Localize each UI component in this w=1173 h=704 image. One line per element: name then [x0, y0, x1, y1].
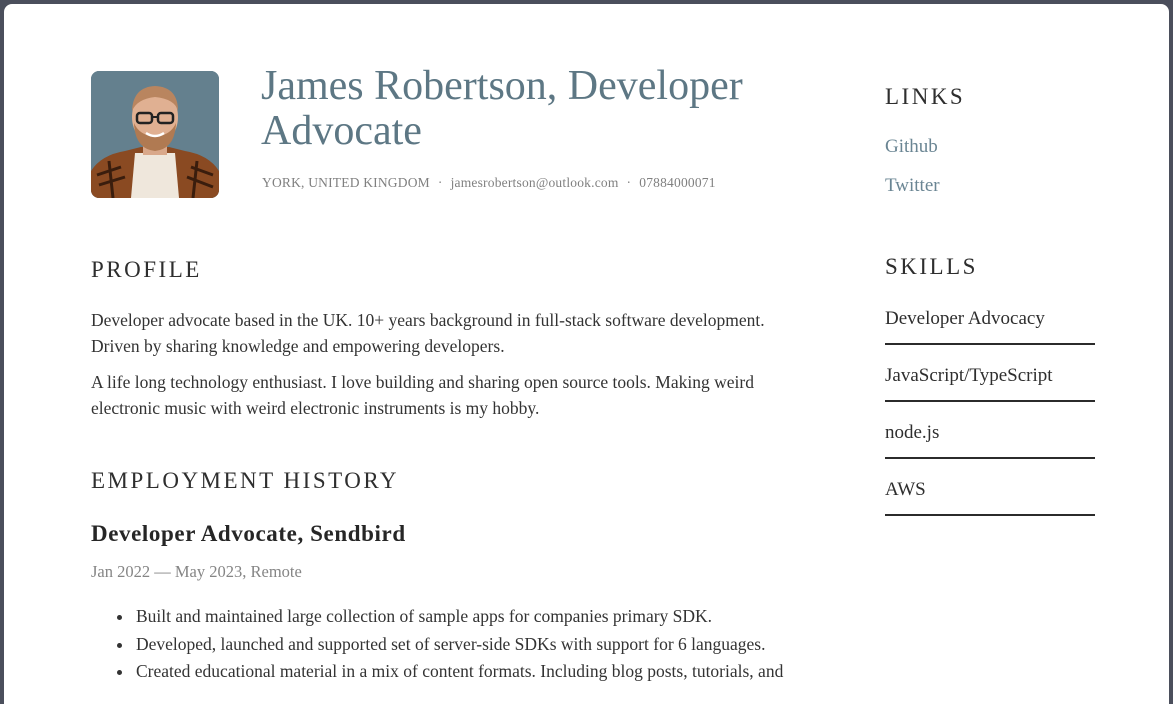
page-title: James Robertson, Developer Advocate: [261, 63, 743, 154]
resume-page: James Robertson, Developer Advocate YORK…: [4, 4, 1169, 704]
employment-heading: EMPLOYMENT HISTORY: [91, 468, 400, 493]
job-dates-location: Jan 2022 — May 2023, Remote: [91, 562, 302, 581]
twitter-link[interactable]: Twitter: [885, 175, 940, 197]
avatar: [91, 71, 219, 198]
profile-paragraph: A life long technology enthusiast. I lov…: [91, 372, 754, 418]
contact-separator: ·: [437, 175, 443, 190]
profile-photo-icon: [91, 71, 219, 198]
contact-separator: ·: [626, 175, 632, 190]
job-bullet: Developed, launched and supported set of…: [134, 631, 814, 659]
skill-item: Developer Advocacy: [885, 305, 1095, 345]
skills-heading: SKILLS: [885, 254, 978, 279]
job-bullet: Created educational material in a mix of…: [134, 658, 814, 686]
contact-location: YORK, UNITED KINGDOM: [262, 175, 430, 190]
links-heading: LINKS: [885, 84, 966, 109]
github-link[interactable]: Github: [885, 136, 938, 158]
skill-item: AWS: [885, 476, 1095, 516]
contact-details: YORK, UNITED KINGDOM · jamesrobertson@outl…: [262, 175, 822, 191]
skill-item: node.js: [885, 419, 1095, 459]
job-bullet-list: Built and maintained large collection of…: [116, 603, 814, 686]
job-bullet: Built and maintained large collection of…: [134, 603, 814, 631]
contact-email: jamesrobertson@outlook.com: [450, 175, 619, 190]
job-title: Developer Advocate, Sendbird: [91, 521, 406, 546]
skill-item: JavaScript/TypeScript: [885, 362, 1095, 402]
profile-paragraph: Developer advocate based in the UK. 10+ …: [91, 310, 765, 356]
contact-phone: 07884000071: [639, 175, 716, 190]
profile-heading: PROFILE: [91, 257, 202, 282]
